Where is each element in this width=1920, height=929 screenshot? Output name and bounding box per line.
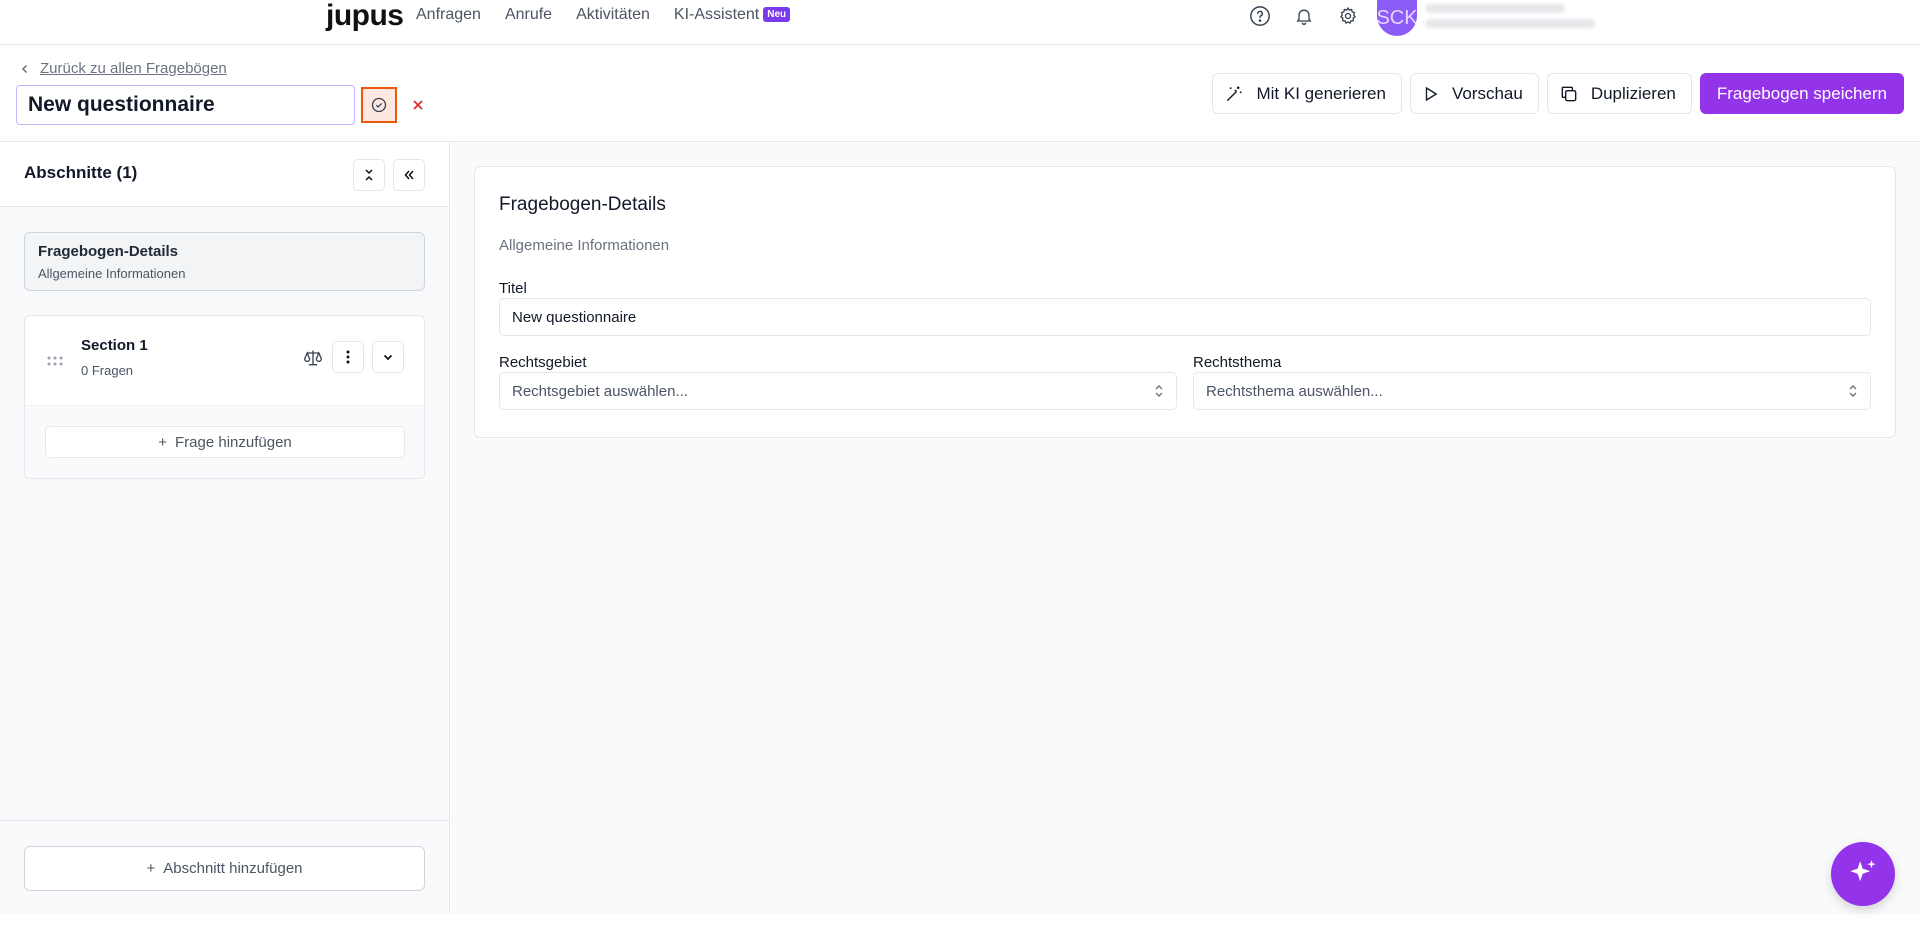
- nav-link-ki-assistent[interactable]: KI-Assistent Neu: [673, 6, 791, 24]
- section-question-count: 0 Fragen: [81, 363, 134, 378]
- close-icon: [413, 100, 423, 110]
- chevron-left-icon: [21, 64, 28, 73]
- nav-link-ki-assistent-label: KI-Assistent: [673, 6, 760, 23]
- preview-button[interactable]: Vorschau: [1409, 73, 1539, 114]
- nav-link-aktivitaeten[interactable]: Aktivitäten: [576, 6, 650, 24]
- details-nav-subtitle: Allgemeine Informationen: [38, 266, 186, 281]
- ai-assistant-fab[interactable]: [1831, 842, 1895, 906]
- cancel-title-button[interactable]: [406, 93, 430, 117]
- section-name: Section 1: [81, 337, 148, 354]
- title-field[interactable]: [499, 298, 1871, 336]
- topic-select-placeholder: Rechtsthema auswählen...: [1206, 382, 1383, 400]
- section-more-button[interactable]: [332, 341, 364, 373]
- chevrons-collapse-icon: [365, 169, 373, 181]
- add-section-label: Abschnitt hinzufügen: [163, 860, 303, 877]
- gear-icon[interactable]: [1336, 4, 1360, 28]
- magic-wand-icon: [1227, 86, 1242, 101]
- new-badge: Neu: [763, 7, 791, 22]
- nav-link-anfragen[interactable]: Anfragen: [416, 6, 481, 24]
- area-select[interactable]: Rechtsgebiet auswählen...: [499, 372, 1177, 410]
- panel-title: Fragebogen-Details: [499, 194, 666, 215]
- jupus-logo[interactable]: jupus: [326, 0, 404, 32]
- section-body: + Frage hinzufügen: [25, 405, 424, 478]
- copy-icon: [1561, 86, 1577, 101]
- generate-ai-button[interactable]: Mit KI generieren: [1212, 73, 1402, 114]
- back-link-label: Zurück zu allen Fragebögen: [40, 60, 227, 77]
- add-section-button[interactable]: + Abschnitt hinzufügen: [24, 846, 425, 891]
- duplicate-button[interactable]: Duplizieren: [1546, 73, 1692, 114]
- generate-ai-label: Mit KI generieren: [1256, 83, 1386, 103]
- section-expand-button[interactable]: [372, 341, 404, 373]
- details-panel: Fragebogen-Details Allgemeine Informatio…: [474, 166, 1896, 438]
- topic-label: Rechtsthema: [1193, 354, 1282, 371]
- sections-title: Abschnitte (1): [24, 163, 138, 182]
- nav-link-anrufe[interactable]: Anrufe: [505, 6, 552, 24]
- drag-handle-icon[interactable]: [47, 353, 63, 371]
- sections-sidebar: Abschnitte (1) Fragebogen-Details Allgem…: [0, 142, 450, 914]
- section-card: Section 1 0 Fragen + Frage hinzufügen: [24, 315, 425, 479]
- play-icon: [1425, 86, 1438, 101]
- chevron-updown-icon: [1849, 385, 1857, 397]
- check-circle-icon: [371, 97, 387, 113]
- chevron-down-icon: [383, 354, 393, 361]
- questionnaire-title-input[interactable]: [16, 85, 355, 125]
- questionnaire-header: Zurück zu allen Fragebögen Mit KI generi…: [0, 45, 1920, 142]
- details-nav-title: Fragebogen-Details: [38, 243, 179, 260]
- preview-label: Vorschau: [1451, 83, 1523, 103]
- main-content: Fragebogen-Details Allgemeine Informatio…: [451, 142, 1920, 914]
- back-link[interactable]: Zurück zu allen Fragebögen: [20, 60, 227, 77]
- nav-icon-group: [1248, 4, 1360, 28]
- collapse-sidebar-button[interactable]: [393, 159, 425, 191]
- bottom-strip: [0, 914, 1920, 929]
- bell-icon[interactable]: [1292, 4, 1316, 28]
- questionnaire-details-nav-item[interactable]: Fragebogen-Details Allgemeine Informatio…: [24, 232, 425, 291]
- area-select-placeholder: Rechtsgebiet auswählen...: [512, 382, 688, 400]
- user-info-redacted[interactable]: [1425, 4, 1600, 34]
- header-actions: Mit KI generieren Vorschau Duplizieren F…: [1212, 73, 1904, 114]
- plus-icon: +: [158, 433, 167, 451]
- top-navigation: jupus Anfragen Anrufe Aktivitäten KI-Ass…: [0, 0, 1920, 45]
- add-question-label: Frage hinzufügen: [175, 433, 292, 451]
- duplicate-label: Duplizieren: [1590, 83, 1676, 103]
- main-nav: Anfragen Anrufe Aktivitäten KI-Assistent…: [416, 6, 791, 24]
- add-question-button[interactable]: + Frage hinzufügen: [45, 426, 405, 458]
- chevron-updown-icon: [1155, 385, 1163, 397]
- topic-select[interactable]: Rechtsthema auswählen...: [1193, 372, 1871, 410]
- sidebar-footer: + Abschnitt hinzufügen: [0, 820, 450, 914]
- plus-icon: +: [146, 860, 156, 877]
- panel-subtitle: Allgemeine Informationen: [499, 237, 670, 254]
- title-label: Titel: [499, 280, 527, 297]
- save-questionnaire-button[interactable]: Fragebogen speichern: [1699, 73, 1904, 114]
- sidebar-header: Abschnitte (1): [0, 142, 449, 207]
- help-icon[interactable]: [1248, 4, 1272, 28]
- section-header[interactable]: Section 1 0 Fragen: [25, 316, 424, 405]
- sparkle-icon: [1850, 859, 1876, 882]
- more-vertical-icon: [346, 350, 350, 364]
- confirm-title-button[interactable]: [361, 87, 397, 123]
- collapse-all-button[interactable]: [353, 159, 385, 191]
- scale-icon[interactable]: [303, 348, 323, 373]
- user-avatar[interactable]: SCK: [1376, 0, 1418, 36]
- area-label: Rechtsgebiet: [499, 354, 587, 371]
- chevrons-left-icon: [404, 170, 414, 180]
